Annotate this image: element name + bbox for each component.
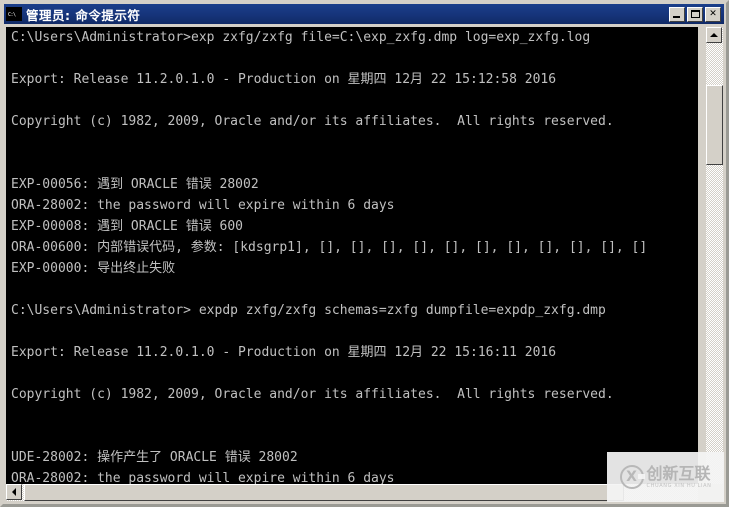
maximize-icon — [691, 9, 700, 18]
vertical-scroll-thumb[interactable] — [706, 85, 723, 165]
minimize-button[interactable] — [669, 6, 685, 22]
horizontal-scrollbar[interactable] — [6, 484, 698, 501]
console-line: EXP-00000: 导出终止失败 — [11, 261, 176, 276]
console-line: Copyright (c) 1982, 2009, Oracle and/or … — [11, 387, 614, 402]
console-line: UDE-28002: 操作产生了 ORACLE 错误 28002 — [11, 450, 298, 465]
close-button[interactable]: ✕ — [705, 6, 721, 22]
scroll-up-button[interactable] — [706, 27, 722, 43]
console-icon[interactable]: C:\ — [6, 7, 22, 21]
console-icon-label: C:\ — [8, 12, 16, 18]
console-output-area[interactable]: C:\Users\Administrator>exp zxfg/zxfg fil… — [6, 27, 698, 484]
console-text: C:\Users\Administrator>exp zxfg/zxfg fil… — [11, 27, 647, 484]
close-icon: ✕ — [709, 8, 717, 19]
console-line: EXP-00056: 遇到 ORACLE 错误 28002 — [11, 177, 259, 192]
console-line: ORA-28002: the password will expire with… — [11, 471, 395, 484]
console-line: ORA-28002: the password will expire with… — [11, 198, 395, 213]
horizontal-scroll-thumb[interactable] — [24, 484, 624, 501]
chevron-up-icon — [710, 33, 718, 37]
console-line: C:\Users\Administrator>exp zxfg/zxfg fil… — [11, 30, 591, 45]
title-bar[interactable]: C:\ 管理员: 命令提示符 ✕ — [4, 4, 724, 24]
chevron-left-icon — [12, 488, 16, 496]
command-prompt-window: C:\ 管理员: 命令提示符 ✕ C:\Users\Administrator>… — [0, 0, 729, 507]
scroll-left-button[interactable] — [6, 484, 22, 500]
console-line: Export: Release 11.2.0.1.0 - Production … — [11, 345, 557, 360]
minimize-icon — [673, 15, 680, 18]
vertical-scrollbar[interactable] — [706, 27, 723, 484]
window-controls: ✕ — [669, 6, 722, 22]
window-title: 管理员: 命令提示符 — [26, 7, 141, 23]
console-line: Copyright (c) 1982, 2009, Oracle and/or … — [11, 114, 614, 129]
console-line: Export: Release 11.2.0.1.0 - Production … — [11, 72, 557, 87]
maximize-button[interactable] — [687, 6, 703, 22]
console-line: EXP-00008: 遇到 ORACLE 错误 600 — [11, 219, 244, 234]
console-line: C:\Users\Administrator> expdp zxfg/zxfg … — [11, 303, 606, 318]
console-line: ORA-00600: 内部错误代码, 参数: [kdsgrp1], [], []… — [11, 240, 648, 255]
